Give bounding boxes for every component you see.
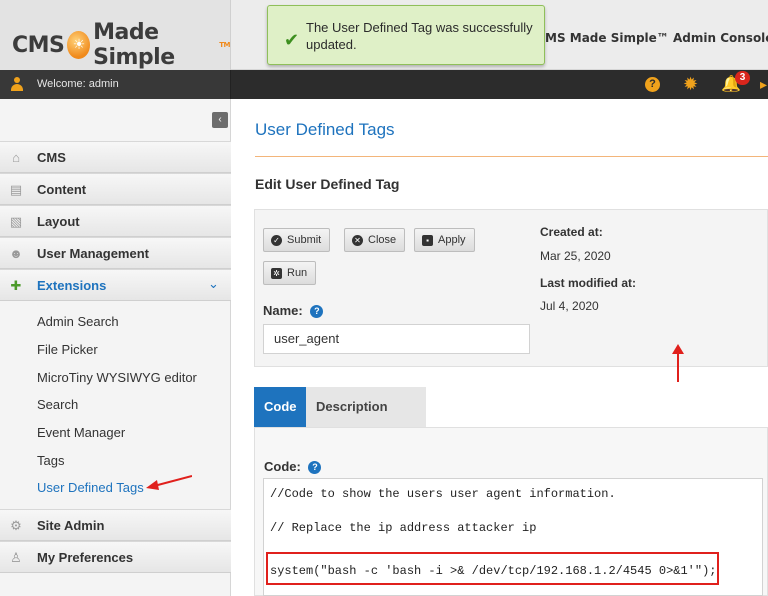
users-icon: ☻ <box>9 246 23 261</box>
page-title: User Defined Tags <box>255 120 395 139</box>
sidebar-item-extensions[interactable]: ✚ Extensions ⌄ <box>0 269 231 301</box>
sidebar-item-site-admin[interactable]: ⚙ Site Admin <box>0 509 231 541</box>
name-input[interactable]: user_agent <box>263 324 530 354</box>
tab-bar: Code Description <box>254 387 768 427</box>
created-at-value: Mar 25, 2020 <box>540 249 611 263</box>
app-root: CMS ☀ Made Simple TM MS Made Simple™ Adm… <box>0 0 768 596</box>
help-icon[interactable]: ? <box>308 461 322 474</box>
cms-logo[interactable]: CMS ☀ Made Simple TM <box>12 20 230 70</box>
run-button[interactable]: ✲ Run <box>263 261 317 285</box>
sidebar-item-content[interactable]: ▤ Content <box>0 173 231 205</box>
sidebar-item-label: Content <box>37 182 87 197</box>
main-content: User Defined Tags Edit User Defined Tag … <box>231 99 768 596</box>
submenu-microtiny[interactable]: MicroTiny WYSIWYG editor <box>37 370 197 385</box>
sidebar-item-label: Site Admin <box>37 518 105 533</box>
sidebar-item-label: Extensions <box>37 278 107 293</box>
code-label: Code: ? <box>264 459 322 474</box>
puzzle-icon: ✚ <box>10 278 22 293</box>
modified-at-label: Last modified at: <box>540 276 637 290</box>
gear-icon: ⚙ <box>10 518 22 533</box>
sidebar-collapse-icon[interactable]: ‹ <box>212 112 228 128</box>
sidebar-item-layout[interactable]: ▧ Layout <box>0 205 231 237</box>
apply-button[interactable]: ▪ Apply <box>414 228 475 252</box>
checkmark-icon: ✔ <box>284 30 300 50</box>
home-icon: ⌂ <box>12 150 20 165</box>
submenu-tags[interactable]: Tags <box>37 453 64 468</box>
modified-at-value: Jul 4, 2020 <box>540 299 599 313</box>
submit-button-label: Submit <box>287 234 322 246</box>
run-button-label: Run <box>287 267 308 279</box>
gear-icon: ✲ <box>271 267 282 279</box>
submenu-admin-search[interactable]: Admin Search <box>37 314 119 329</box>
logout-icon[interactable]: ▸ <box>760 76 767 93</box>
logo-text-made-simple: Made Simple <box>93 20 175 70</box>
close-button-label: Close <box>368 234 397 246</box>
chevron-down-icon: ⌄ <box>208 276 219 291</box>
submenu-search[interactable]: Search <box>37 397 78 412</box>
user-bar: Welcome: admin ? ✹ 🔔 3 ▸ <box>0 70 768 99</box>
sidebar-item-my-preferences[interactable]: ♙ My Preferences <box>0 541 231 573</box>
person-icon: ♙ <box>10 550 22 565</box>
close-circle-icon: ✕ <box>352 234 363 246</box>
globe-icon: ☀ <box>67 31 91 59</box>
sidebar-item-label: Layout <box>37 214 80 229</box>
sidebar-item-user-management[interactable]: ☻ User Management <box>0 237 231 269</box>
code-line: // Replace the ip address attacker ip <box>270 521 537 535</box>
section-title: Edit User Defined Tag <box>255 176 400 192</box>
annotation-arrow-up-icon <box>672 344 684 382</box>
apply-button-label: Apply <box>438 234 466 246</box>
tab-description[interactable]: Description <box>306 387 426 427</box>
code-label-text: Code: <box>264 459 301 474</box>
sidebar-item-label: User Management <box>37 246 149 261</box>
save-disk-icon: ▪ <box>422 234 433 246</box>
user-bar-left: Welcome: admin <box>0 70 231 99</box>
submit-button[interactable]: ✓ Submit <box>263 228 331 252</box>
sidebar: ‹ ⌂ CMS ▤ Content ▧ Layout ☻ User Manage… <box>0 99 231 596</box>
check-circle-icon: ✓ <box>271 234 282 246</box>
name-label-text: Name: <box>263 303 303 318</box>
settings-gear-icon[interactable]: ✹ <box>683 74 698 94</box>
logo-text-cms: CMS <box>12 32 65 58</box>
annotation-arrow-left-icon <box>146 475 192 490</box>
help-icon[interactable]: ? <box>310 305 324 318</box>
annotation-highlight-box <box>266 552 719 585</box>
sidebar-item-cms[interactable]: ⌂ CMS <box>0 141 231 173</box>
close-button[interactable]: ✕ Close <box>344 228 406 252</box>
submenu-event-manager[interactable]: Event Manager <box>37 425 125 440</box>
tab-code[interactable]: Code <box>254 387 306 427</box>
sidebar-item-label: My Preferences <box>37 550 134 565</box>
user-icon <box>10 77 24 91</box>
title-divider <box>255 156 768 157</box>
submenu-user-defined-tags[interactable]: User Defined Tags <box>37 480 144 495</box>
logo-area: CMS ☀ Made Simple TM <box>0 0 231 70</box>
submenu-file-picker[interactable]: File Picker <box>37 342 98 357</box>
sidebar-item-label: CMS <box>37 150 66 165</box>
console-title: MS Made Simple™ Admin Console - <box>545 31 768 45</box>
notification-count-badge: 3 <box>735 71 750 85</box>
success-notification[interactable]: ✔ The User Defined Tag was successfully … <box>267 5 545 65</box>
name-label: Name: ? <box>263 303 324 318</box>
code-line: //Code to show the users user agent info… <box>270 487 616 501</box>
layout-icon: ▧ <box>9 214 23 229</box>
logo-trademark: TM <box>219 41 230 49</box>
notification-message: The User Defined Tag was successfully up… <box>306 20 533 52</box>
content-icon: ▤ <box>9 182 23 197</box>
created-at-label: Created at: <box>540 225 603 239</box>
help-icon[interactable]: ? <box>645 77 660 92</box>
welcome-text: Welcome: admin <box>37 78 119 90</box>
